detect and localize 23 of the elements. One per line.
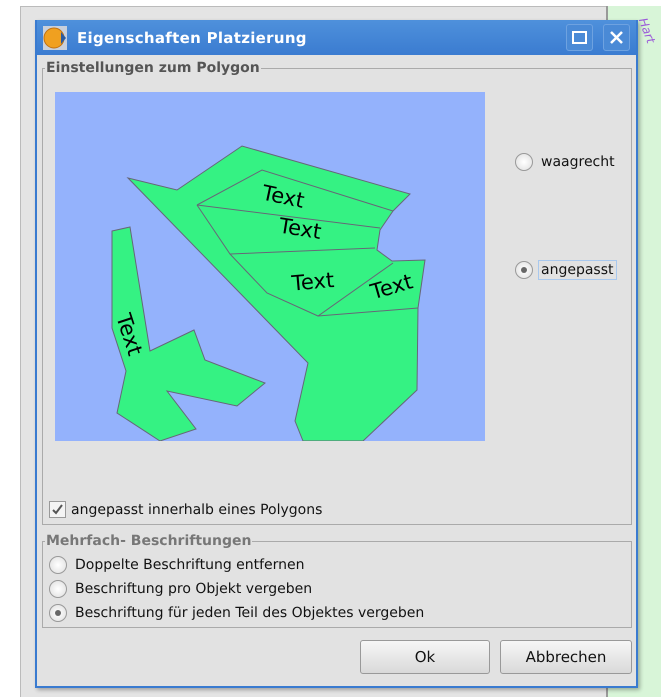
- checkbox-option[interactable]: angepasst innerhalb eines Polygons: [49, 501, 631, 518]
- dialog-title: Eigenschaften Platzierung: [77, 28, 308, 46]
- radio-option[interactable]: Doppelte Beschriftung entfernen: [49, 555, 631, 575]
- map-label: Hart: [636, 16, 658, 46]
- radio-option[interactable]: Beschriftung für jeden Teil des Objektes vergeben: [49, 603, 631, 623]
- dialog-button[interactable]: Ok: [360, 640, 490, 674]
- placement-preview-drawing: Text Text Text Text Text: [55, 92, 485, 441]
- radio-button[interactable]: [49, 580, 67, 598]
- radio-option[interactable]: Beschriftung pro Objekt vergeben: [49, 579, 631, 599]
- dialog-button[interactable]: Abbrechen: [500, 640, 632, 674]
- close-icon: [609, 30, 624, 45]
- radio-button[interactable]: [49, 556, 67, 574]
- radio-button[interactable]: [49, 604, 67, 622]
- close-button[interactable]: [603, 24, 630, 51]
- app-logo-icon: [43, 26, 67, 50]
- radio-option[interactable]: waagrecht: [515, 152, 631, 172]
- maximize-button[interactable]: [566, 24, 593, 51]
- group-legend: Mehrfach- Beschriftungen: [45, 533, 252, 549]
- checkbox[interactable]: [49, 501, 66, 518]
- maximize-icon: [572, 30, 587, 45]
- group-legend: Einstellungen zum Polygon: [45, 60, 261, 76]
- radio-button[interactable]: [515, 261, 533, 279]
- radio-button[interactable]: [515, 153, 533, 171]
